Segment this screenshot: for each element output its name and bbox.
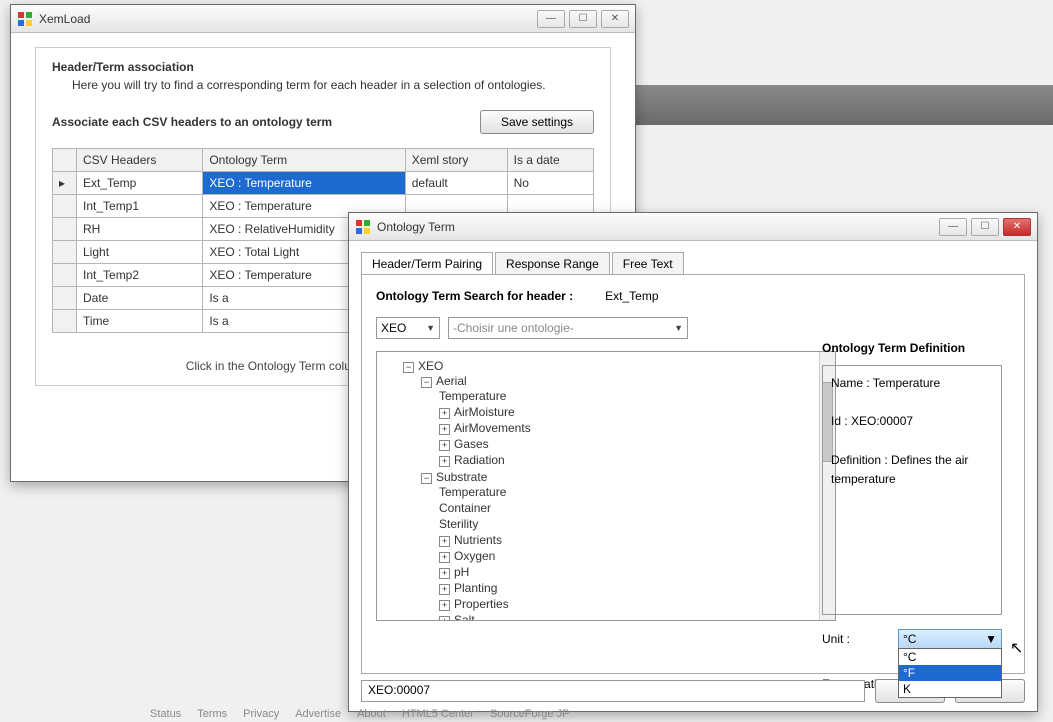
- ontology-titlebar[interactable]: Ontology Term — ☐ ✕: [349, 213, 1037, 241]
- tree-item[interactable]: +Properties: [439, 596, 827, 612]
- expand-icon[interactable]: +: [439, 424, 450, 435]
- app-icon: [355, 219, 371, 235]
- tab-response-range[interactable]: Response Range: [495, 252, 610, 275]
- term-id-field[interactable]: XEO:00007: [361, 680, 865, 702]
- collapse-icon[interactable]: −: [421, 473, 432, 484]
- unit-select[interactable]: °C ▼: [898, 629, 1002, 649]
- maximize-button[interactable]: ☐: [971, 218, 999, 236]
- tree-item[interactable]: +Oxygen: [439, 548, 827, 564]
- expand-icon[interactable]: +: [439, 616, 450, 621]
- associate-label: Associate each CSV headers to an ontolog…: [52, 115, 332, 129]
- table-row[interactable]: ▸ Ext_Temp XEO : Temperature default No: [53, 172, 594, 195]
- definition-panel: Ontology Term Definition Name : Temperat…: [822, 341, 1002, 699]
- unit-option[interactable]: K: [899, 681, 1001, 697]
- chevron-down-icon: ▼: [985, 632, 997, 646]
- close-button[interactable]: ✕: [601, 10, 629, 28]
- expand-icon[interactable]: +: [439, 408, 450, 419]
- tab-panel: Ontology Term Search for header : Ext_Te…: [361, 274, 1025, 674]
- tree-item[interactable]: +pH: [439, 564, 827, 580]
- background-toolbar: [636, 85, 1053, 125]
- chevron-down-icon: ▼: [426, 323, 435, 333]
- expand-icon[interactable]: +: [439, 568, 450, 579]
- collapse-icon[interactable]: −: [421, 377, 432, 388]
- minimize-button[interactable]: —: [939, 218, 967, 236]
- tree-item[interactable]: +Nutrients: [439, 532, 827, 548]
- close-button[interactable]: ✕: [1003, 218, 1031, 236]
- ontology-select[interactable]: -Choisir une ontologie-▼: [448, 317, 688, 339]
- unit-dropdown[interactable]: °C °F K: [898, 648, 1002, 698]
- row-marker: ▸: [53, 172, 77, 195]
- page-footer-links: Status Terms Privacy Advertise About HTM…: [150, 708, 1023, 720]
- search-label: Ontology Term Search for header :: [376, 289, 573, 303]
- definition-header: Ontology Term Definition: [822, 341, 1002, 355]
- ontology-prefix-select[interactable]: XEO▼: [376, 317, 440, 339]
- unit-option[interactable]: °C: [899, 649, 1001, 665]
- col-date[interactable]: Is a date: [507, 149, 593, 172]
- unit-label: Unit :: [822, 632, 892, 646]
- tree-item[interactable]: +Radiation: [439, 452, 827, 468]
- expand-icon[interactable]: +: [439, 440, 450, 451]
- selected-term-cell[interactable]: XEO : Temperature: [203, 172, 405, 195]
- expand-icon[interactable]: +: [439, 600, 450, 611]
- section-title: Header/Term association: [52, 60, 594, 74]
- collapse-icon[interactable]: −: [403, 362, 414, 373]
- tree-item[interactable]: +Planting: [439, 580, 827, 596]
- col-term[interactable]: Ontology Term: [203, 149, 405, 172]
- minimize-button[interactable]: —: [537, 10, 565, 28]
- tree-item[interactable]: Temperature: [439, 388, 827, 404]
- tree-item[interactable]: +AirMoisture: [439, 404, 827, 420]
- tree-item[interactable]: +Gases: [439, 436, 827, 452]
- tree-item[interactable]: Temperature: [439, 484, 827, 500]
- def-name: Name : Temperature: [831, 374, 993, 393]
- tabs: Header/Term Pairing Response Range Free …: [361, 251, 1025, 274]
- window-title: XemLoad: [39, 12, 537, 26]
- tab-header-term-pairing[interactable]: Header/Term Pairing: [361, 252, 493, 275]
- ontology-tree[interactable]: −XEO −Aerial Temperature +AirMoisture +A…: [376, 351, 836, 621]
- definition-box: Name : Temperature Id : XEO:00007 Defini…: [822, 365, 1002, 615]
- app-icon: [17, 11, 33, 27]
- tab-free-text[interactable]: Free Text: [612, 252, 684, 275]
- unit-option[interactable]: °F: [899, 665, 1001, 681]
- window-title: Ontology Term: [377, 220, 939, 234]
- col-csv[interactable]: CSV Headers: [77, 149, 203, 172]
- tree-item[interactable]: +AirMovements: [439, 420, 827, 436]
- expand-icon[interactable]: +: [439, 584, 450, 595]
- save-settings-button[interactable]: Save settings: [480, 110, 594, 134]
- row-header-blank: [53, 149, 77, 172]
- tree-item[interactable]: Container: [439, 500, 827, 516]
- expand-icon[interactable]: +: [439, 536, 450, 547]
- maximize-button[interactable]: ☐: [569, 10, 597, 28]
- def-id: Id : XEO:00007: [831, 412, 993, 431]
- tree-item[interactable]: +Salt: [439, 612, 827, 621]
- xemload-titlebar[interactable]: XemLoad — ☐ ✕: [11, 5, 635, 33]
- expand-icon[interactable]: +: [439, 456, 450, 467]
- tree-item[interactable]: Sterility: [439, 516, 827, 532]
- ontology-term-window: Ontology Term — ☐ ✕ Header/Term Pairing …: [348, 212, 1038, 712]
- def-text: Definition : Defines the air temperature: [831, 451, 993, 489]
- col-xeml[interactable]: Xeml story: [405, 149, 507, 172]
- expand-icon[interactable]: +: [439, 552, 450, 563]
- chevron-down-icon: ▼: [674, 323, 683, 333]
- search-header-value: Ext_Temp: [605, 289, 658, 303]
- section-subtitle: Here you will try to find a correspondin…: [72, 78, 594, 92]
